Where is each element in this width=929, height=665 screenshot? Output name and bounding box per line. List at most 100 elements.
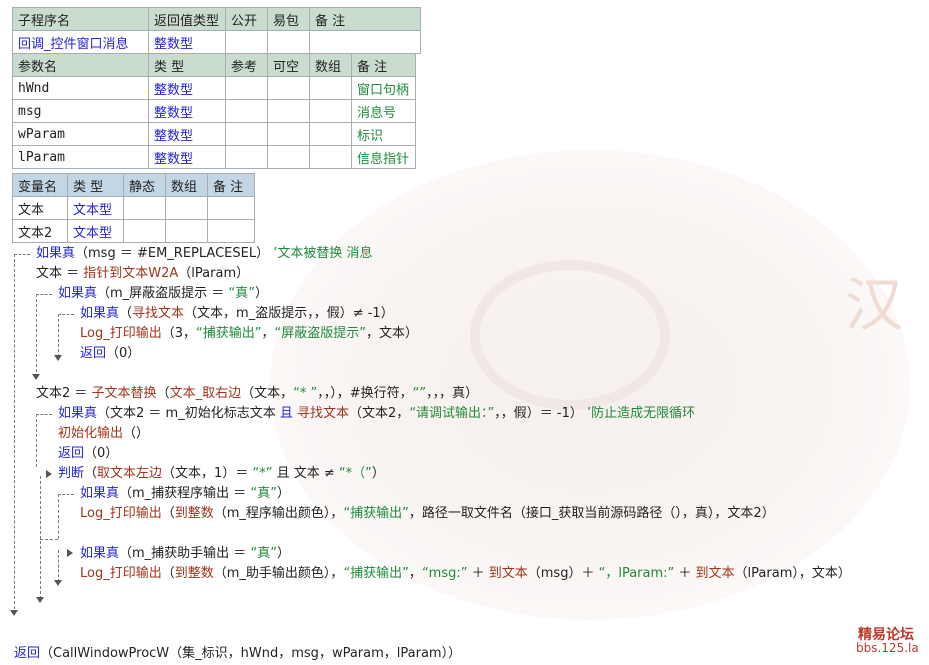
code-line[interactable]: 返回（0） (58, 445, 118, 463)
col-return-type: 返回值类型 (148, 7, 226, 31)
code-token: Log_打印输出 (80, 566, 162, 581)
code-token: 如果真 (58, 286, 98, 301)
code-token: 到文本 (488, 566, 528, 581)
param-name-cell[interactable]: lParam (12, 145, 149, 169)
code-line[interactable]: 返回（0） (80, 345, 140, 363)
code-token: 取文本左边 (97, 466, 163, 481)
code-token: “*（” (338, 466, 372, 481)
var-static-cell[interactable] (123, 219, 166, 243)
param-name-cell[interactable]: hWnd (12, 76, 149, 100)
code-line[interactable]: 初始化输出（） (58, 425, 149, 443)
easy-pack-cell[interactable] (267, 30, 310, 54)
code-token: （文本，m_盗版提示，，假）≠ -1） (184, 306, 394, 321)
var-name-cell[interactable]: 文本 (12, 196, 68, 220)
param-name-cell[interactable]: wParam (12, 122, 149, 146)
param-array-cell[interactable] (309, 99, 352, 123)
code-token: （ (161, 566, 175, 581)
code-line[interactable]: 判断（取文本左边（文本，1）＝ “*” 且 文本 ≠ “*（”） (58, 465, 385, 483)
param-ref-cell[interactable] (225, 122, 268, 146)
code-token: （lParam），文本） (734, 566, 851, 581)
var-static-cell[interactable] (123, 196, 166, 220)
code-token: （m_捕获程序输出 ＝ (119, 486, 251, 501)
col-param-name: 参数名 (12, 53, 149, 77)
code-token: （3， (161, 326, 197, 341)
variable-row[interactable]: 文本2 文本型 (12, 219, 255, 243)
col-var-type: 类 型 (67, 173, 124, 197)
var-type-cell[interactable]: 文本型 (67, 219, 124, 243)
param-nullable-cell[interactable] (267, 145, 310, 169)
param-name-cell[interactable]: msg (12, 99, 149, 123)
sub-name-cell[interactable]: 回调_控件窗口消息 (12, 30, 149, 54)
code-line[interactable]: 如果真（m_捕获助手输出 ＝ “真”） (80, 545, 290, 563)
var-type-cell[interactable]: 文本型 (67, 196, 124, 220)
code-token: 文本2 ＝ (36, 386, 92, 401)
parameter-row[interactable]: msg 整数型 消息号 (12, 99, 416, 123)
var-array-cell[interactable] (165, 219, 208, 243)
code-line[interactable]: 如果真（m_屏蔽盗版提示 ＝ “真”） (58, 285, 268, 303)
code-line[interactable]: 如果真（寻找文本（文本，m_盗版提示，，假）≠ -1） (80, 305, 394, 323)
param-array-cell[interactable] (309, 76, 352, 100)
parameter-row[interactable]: hWnd 整数型 窗口句柄 (12, 76, 416, 100)
param-type-cell[interactable]: 整数型 (148, 122, 226, 146)
variable-header-row: 变量名 类 型 静态 数组 备 注 (12, 173, 255, 197)
flow-guide-line (58, 314, 59, 357)
param-ref-cell[interactable] (225, 99, 268, 123)
param-array-cell[interactable] (309, 122, 352, 146)
var-name-cell[interactable]: 文本2 (12, 219, 68, 243)
code-token: （0） (84, 446, 119, 461)
param-type-cell[interactable]: 整数型 (148, 99, 226, 123)
public-cell[interactable] (225, 30, 268, 54)
var-remark-cell[interactable] (207, 196, 255, 220)
code-line[interactable]: Log_打印输出（到整数（m_程序输出颜色），“捕获输出”，路径一取文件名（接口… (80, 505, 775, 523)
param-ref-cell[interactable] (225, 76, 268, 100)
code-line[interactable]: 如果真（msg ＝ #EM_REPLACESEL） ’文本被替换 消息 (36, 245, 372, 263)
code-line[interactable]: 返回（CallWindowProcW（集_标识，hWnd，msg，wParam，… (14, 645, 461, 663)
code-token: （CallWindowProcW（集_标识，hWnd，msg，wParam，lP… (40, 646, 462, 661)
code-line[interactable]: 如果真（m_捕获程序输出 ＝ “真”） (80, 485, 290, 503)
code-token: 返回 (58, 446, 85, 461)
param-type-cell[interactable]: 整数型 (148, 145, 226, 169)
code-token: “” (412, 386, 427, 401)
parameter-row[interactable]: lParam 整数型 信息指针 (12, 145, 416, 169)
code-line[interactable]: 文本 ＝ 指针到文本W2A（lParam） (36, 265, 249, 283)
code-token: “捕获输出” (343, 506, 409, 521)
var-remark-cell[interactable] (207, 219, 255, 243)
flow-branch-line (14, 254, 30, 255)
code-token: “屏蔽盗版提示” (274, 326, 366, 341)
param-remark-cell[interactable]: 信息指针 (351, 145, 416, 169)
code-token: 到文本 (695, 566, 735, 581)
col-param-remark: 备 注 (351, 53, 416, 77)
code-token: （ (156, 386, 170, 401)
variable-row[interactable]: 文本 文本型 (12, 196, 255, 220)
code-line[interactable]: Log_打印输出（3，“捕获输出”，“屏蔽盗版提示”，文本） (80, 325, 418, 343)
param-nullable-cell[interactable] (267, 76, 310, 100)
var-array-cell[interactable] (165, 196, 208, 220)
code-line[interactable]: 如果真（文本2 ＝ m_初始化标志文本 且 寻找文本（文本2，“请调试输出：”，… (58, 405, 695, 423)
code-token: ，文本） (366, 326, 419, 341)
subroutine-header-row: 子程序名 返回值类型 公开 易包 备 注 (12, 7, 421, 31)
code-line[interactable]: Log_打印输出（到整数（m_助手输出颜色），“捕获输出”，“msg:” ＋ 到… (80, 565, 851, 583)
col-easy-pack: 易包 (267, 7, 310, 31)
code-token: 返回 (80, 346, 107, 361)
return-type-cell[interactable]: 整数型 (148, 30, 226, 54)
param-type-cell[interactable]: 整数型 (148, 76, 226, 100)
code-token: （ (119, 306, 133, 321)
param-array-cell[interactable] (309, 145, 352, 169)
code-token: （文本2 ＝ m_初始化标志文本 (97, 406, 280, 421)
param-nullable-cell[interactable] (267, 99, 310, 123)
param-remark-cell[interactable]: 标识 (351, 122, 416, 146)
forum-logo-url[interactable]: bbs.125.la (856, 641, 919, 655)
subroutine-row[interactable]: 回调_控件窗口消息 整数型 (12, 30, 421, 54)
param-nullable-cell[interactable] (267, 122, 310, 146)
flow-arrow-down-icon (54, 580, 62, 586)
code-line[interactable]: 文本2 ＝ 子文本替换（文本_取右边（文本，“* ”，，），#换行符，“”，，，… (36, 385, 478, 403)
remark-cell[interactable] (309, 30, 421, 54)
col-sub-name: 子程序名 (12, 7, 149, 31)
col-var-array: 数组 (165, 173, 208, 197)
param-remark-cell[interactable]: 窗口句柄 (351, 76, 416, 100)
col-remark: 备 注 (309, 7, 421, 31)
param-ref-cell[interactable] (225, 145, 268, 169)
parameter-row[interactable]: wParam 整数型 标识 (12, 122, 416, 146)
param-remark-cell[interactable]: 消息号 (351, 99, 416, 123)
code-token: （msg）＋ (527, 566, 599, 581)
